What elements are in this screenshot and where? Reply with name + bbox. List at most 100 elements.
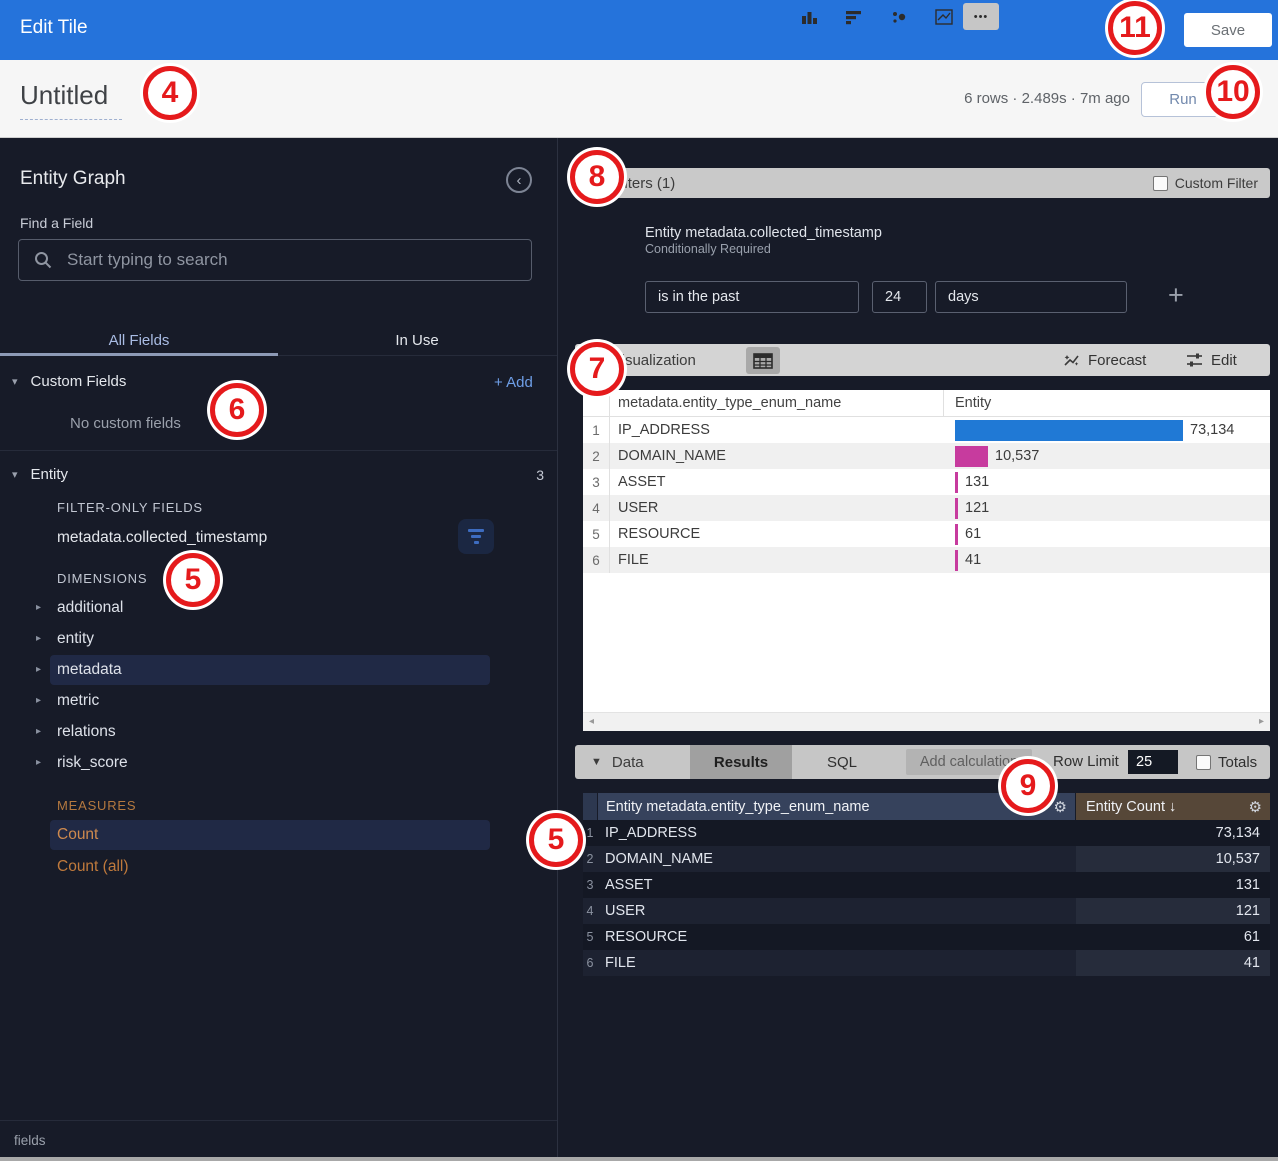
entity-section-label: Entity	[31, 466, 69, 483]
tab-in-use[interactable]: In Use	[278, 324, 556, 356]
bottom-scrollbar-strip[interactable]	[0, 1157, 1278, 1161]
filter-unit-select[interactable]: days	[935, 281, 1127, 313]
data-bar-label[interactable]: Data	[612, 754, 644, 771]
table-row[interactable]: 3 ASSET 131	[583, 872, 1270, 898]
row-limit-input[interactable]	[1128, 750, 1178, 774]
dimension-group-metadata[interactable]: ▸ metadata	[0, 655, 557, 686]
viz-row[interactable]: 3 ASSET 131	[583, 469, 1270, 495]
dimension-group-metric[interactable]: ▸ metric	[0, 686, 557, 717]
viz-type-table-button[interactable]	[746, 347, 780, 374]
chevron-right-icon: ▸	[36, 695, 41, 706]
bar-chart-icon	[845, 9, 863, 25]
annotation-5b: 5	[529, 813, 583, 867]
field-search[interactable]	[18, 239, 532, 281]
filter-value-input[interactable]: 24	[872, 281, 927, 313]
measure-count[interactable]: Count	[0, 820, 557, 850]
value-bar	[955, 446, 988, 467]
tune-icon	[1186, 352, 1203, 368]
value-bar	[955, 420, 1183, 441]
edit-viz-button[interactable]: Edit	[1186, 344, 1237, 376]
horizontal-scrollbar[interactable]: ◂ ▸	[583, 712, 1270, 731]
viz-col1-header[interactable]: metadata.entity_type_enum_name	[618, 395, 841, 411]
table-row[interactable]: 5 RESOURCE 61	[583, 924, 1270, 950]
viz-type-more-button[interactable]: •••	[963, 3, 999, 30]
custom-fields-header[interactable]: ▾ Custom Fields	[12, 373, 126, 390]
tile-title-field[interactable]: Untitled	[20, 80, 122, 120]
tab-all-fields[interactable]: All Fields	[0, 324, 278, 356]
filter-only-field[interactable]: metadata.collected_timestamp	[57, 529, 267, 547]
custom-filter-checkbox[interactable]	[1153, 176, 1168, 191]
section-divider	[0, 450, 557, 451]
column-chart-icon	[800, 9, 818, 25]
filters-bar[interactable]: ▼ Filters (1) Custom Filter	[575, 168, 1270, 198]
table-row[interactable]: 4 USER 121	[583, 898, 1270, 924]
filter-toggle-button[interactable]	[458, 519, 494, 554]
annotation-9: 9	[1001, 759, 1055, 813]
edit-viz-label: Edit	[1211, 352, 1237, 369]
chevron-right-icon: ▸	[36, 602, 41, 613]
add-custom-field-button[interactable]: + Add	[494, 374, 533, 391]
results-col2-header[interactable]: Entity Count ↓ ⚙	[1076, 793, 1270, 820]
scroll-left-arrow-icon[interactable]: ◂	[589, 716, 594, 727]
visualization-bar-label: Visualization	[612, 352, 696, 369]
viz-type-line-button[interactable]	[927, 3, 961, 30]
viz-col2-header[interactable]: Entity	[955, 395, 991, 411]
gear-icon[interactable]: ⚙	[1249, 798, 1262, 816]
custom-fields-label: Custom Fields	[31, 373, 127, 390]
results-table: Entity metadata.entity_type_enum_name ⚙ …	[583, 793, 1270, 978]
find-a-field-label: Find a Field	[20, 215, 93, 231]
annotation-11: 11	[1108, 1, 1162, 55]
viz-row[interactable]: 5 RESOURCE 61	[583, 521, 1270, 547]
value-bar	[955, 472, 958, 493]
totals-label: Totals	[1218, 754, 1257, 771]
filter-condition-select[interactable]: is in the past	[645, 281, 859, 313]
totals-checkbox[interactable]	[1196, 755, 1211, 770]
annotation-6: 6	[210, 383, 264, 437]
line-chart-icon	[935, 9, 953, 25]
table-row[interactable]: 2 DOMAIN_NAME 10,537	[583, 846, 1270, 872]
custom-filter-toggle[interactable]: Custom Filter	[1153, 175, 1258, 191]
viz-type-column-button[interactable]	[792, 3, 826, 30]
custom-filter-label: Custom Filter	[1175, 175, 1258, 191]
collapse-sidebar-button[interactable]: ‹	[506, 167, 532, 193]
selected-row-highlight	[50, 820, 490, 850]
table-row[interactable]: 1 IP_ADDRESS 73,134	[583, 820, 1270, 846]
totals-toggle[interactable]: Totals	[1196, 745, 1257, 779]
dimension-group-risk-score[interactable]: ▸ risk_score	[0, 748, 557, 779]
filter-field-note: Conditionally Required	[645, 242, 771, 256]
table-row[interactable]: 6 FILE 41	[583, 950, 1270, 976]
chevron-left-icon: ‹	[517, 172, 522, 189]
value-bar	[955, 550, 958, 571]
entity-section-header[interactable]: ▾ Entity	[12, 466, 68, 483]
forecast-button[interactable]: Forecast	[1063, 344, 1146, 376]
filter-only-fields-label: FILTER-ONLY FIELDS	[57, 500, 203, 515]
tab-results[interactable]: Results	[690, 745, 792, 779]
row-limit-label: Row Limit	[1053, 753, 1119, 770]
table-chart-icon	[753, 353, 773, 369]
field-picker-sidebar: Entity Graph ‹ Find a Field All Fields I…	[0, 138, 557, 1161]
search-icon	[33, 250, 53, 270]
annotation-8: 8	[570, 150, 624, 204]
add-filter-button[interactable]: +	[1168, 280, 1184, 311]
scroll-right-arrow-icon[interactable]: ▸	[1259, 716, 1264, 727]
viz-row[interactable]: 6 FILE 41	[583, 547, 1270, 573]
viz-row[interactable]: 4 USER 121	[583, 495, 1270, 521]
tab-sql[interactable]: SQL	[812, 745, 872, 779]
viz-row[interactable]: 2 DOMAIN_NAME 10,537	[583, 443, 1270, 469]
measure-count-all[interactable]: Count (all)	[57, 858, 129, 876]
save-button[interactable]: Save	[1184, 13, 1272, 47]
visualization-bar[interactable]: ▼ Visualization	[575, 344, 1270, 376]
viz-row[interactable]: 1 IP_ADDRESS 73,134	[583, 417, 1270, 443]
dimension-group-additional[interactable]: ▸ additional	[0, 593, 557, 624]
results-rownum-header	[583, 793, 597, 820]
chevron-right-icon: ▸	[36, 664, 41, 675]
dimension-group-entity[interactable]: ▸ entity	[0, 624, 557, 655]
viz-table: metadata.entity_type_enum_name Entity 1 …	[583, 390, 1270, 731]
forecast-icon	[1063, 352, 1080, 368]
gear-icon[interactable]: ⚙	[1054, 798, 1067, 816]
search-input[interactable]	[65, 249, 499, 271]
viz-type-bar-button[interactable]	[837, 3, 871, 30]
dimension-group-relations[interactable]: ▸ relations	[0, 717, 557, 748]
viz-type-scatter-button[interactable]	[882, 3, 916, 30]
value-bar	[955, 498, 958, 519]
